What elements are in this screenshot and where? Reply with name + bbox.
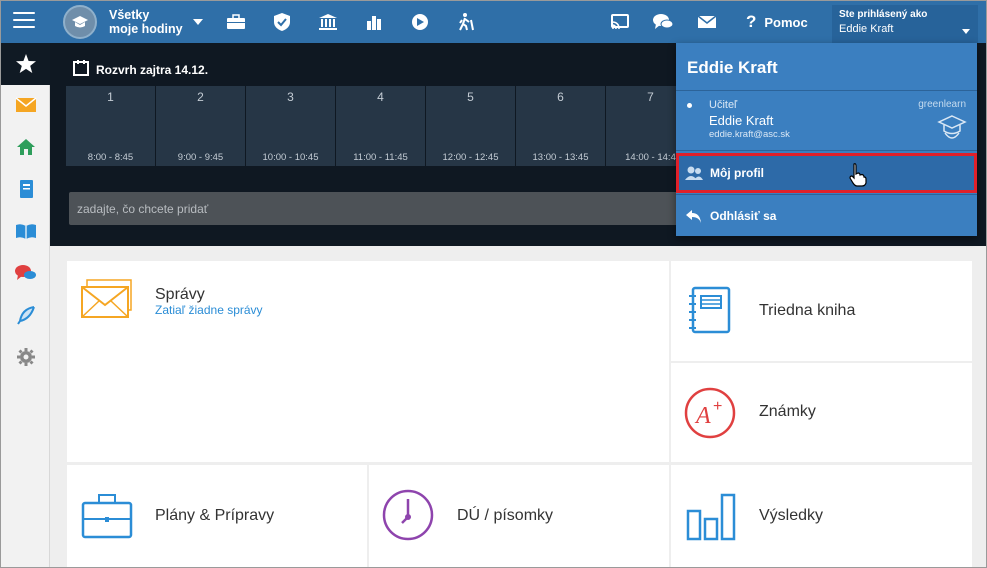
open-book-icon[interactable] bbox=[14, 219, 38, 243]
period-number: 2 bbox=[197, 90, 204, 104]
hand-cursor-icon bbox=[849, 163, 867, 192]
signed-in-user: Eddie Kraft bbox=[839, 23, 894, 35]
class-selector-line1: Všetky bbox=[109, 8, 150, 22]
feather-icon[interactable] bbox=[14, 303, 38, 327]
class-selector-line2: moje hodiny bbox=[109, 22, 183, 36]
period-number: 5 bbox=[467, 90, 474, 104]
graduation-cap-icon bbox=[63, 5, 97, 39]
period-cell[interactable]: 2 9:00 - 9:45 bbox=[156, 86, 245, 166]
gear-icon[interactable] bbox=[14, 345, 38, 369]
bank-icon[interactable] bbox=[317, 11, 339, 33]
cast-icon[interactable] bbox=[609, 11, 631, 33]
tile-triedna-kniha[interactable]: Triedna kniha bbox=[671, 261, 972, 361]
briefcase-icon bbox=[81, 493, 133, 544]
account-name: Eddie Kraft bbox=[709, 113, 774, 128]
tile-label: Správy bbox=[155, 286, 205, 303]
grade-a-plus-icon: A + bbox=[684, 387, 736, 444]
teacher-avatar-icon bbox=[937, 113, 967, 148]
period-cell[interactable]: 1 8:00 - 8:45 bbox=[66, 86, 155, 166]
divider bbox=[676, 90, 977, 91]
class-selector[interactable]: Všetky moje hodiny bbox=[63, 5, 203, 39]
my-profile-label: Môj profil bbox=[710, 166, 764, 180]
envelope-icon bbox=[81, 279, 133, 324]
svg-text:+: + bbox=[713, 398, 722, 415]
undo-arrow-icon bbox=[684, 208, 704, 224]
period-number: 3 bbox=[287, 90, 294, 104]
logout-menu-item[interactable]: Odhlásiť sa bbox=[676, 196, 977, 236]
notebook-icon[interactable] bbox=[14, 177, 38, 201]
tile-label: Plány & Prípravy bbox=[155, 507, 275, 524]
period-number: 1 bbox=[107, 90, 114, 104]
period-cell[interactable]: 5 12:00 - 12:45 bbox=[426, 86, 515, 166]
app-window: Všetky moje hodiny ? Pomoc Ste prihlásen… bbox=[0, 0, 987, 568]
bullet-icon bbox=[687, 103, 692, 108]
period-time: 10:00 - 10:45 bbox=[262, 152, 319, 163]
logout-label: Odhlásiť sa bbox=[710, 209, 777, 223]
period-number: 6 bbox=[557, 90, 564, 104]
user-menu-button[interactable]: Ste prihlásený ako Eddie Kraft bbox=[832, 5, 978, 43]
timetable-title: Rozvrh zajtra 14.12. bbox=[96, 62, 209, 77]
divider bbox=[676, 194, 977, 195]
tile-label: Výsledky bbox=[759, 507, 824, 524]
tile-label: Známky bbox=[759, 403, 816, 420]
period-time: 13:00 - 13:45 bbox=[532, 152, 589, 163]
chat-icon[interactable] bbox=[14, 261, 38, 285]
add-entry-input[interactable]: zadajte, čo chcete pridať bbox=[69, 192, 709, 225]
period-time: 8:00 - 8:45 bbox=[87, 152, 134, 163]
star-icon[interactable] bbox=[1, 43, 50, 85]
tile-label: DÚ / písomky bbox=[457, 507, 554, 524]
mail-icon[interactable] bbox=[696, 11, 718, 33]
hiking-icon[interactable] bbox=[455, 11, 477, 33]
tile-plany[interactable]: Plány & Prípravy bbox=[67, 465, 367, 567]
svg-text:A: A bbox=[694, 403, 711, 429]
account-email: eddie.kraft@asc.sk bbox=[709, 129, 790, 140]
my-profile-menu-item[interactable]: Môj profil bbox=[676, 153, 977, 193]
help-button[interactable]: ? Pomoc bbox=[746, 12, 808, 32]
tile-spravy[interactable]: Správy Zatiaľ žiadne správy bbox=[67, 261, 669, 462]
tile-znamky[interactable]: A + Známky bbox=[671, 363, 972, 462]
period-cell[interactable]: 3 10:00 - 10:45 bbox=[246, 86, 335, 166]
calendar-icon bbox=[72, 59, 90, 80]
period-list: 1 8:00 - 8:45 2 9:00 - 9:45 3 10:00 - 10:45… bbox=[66, 86, 696, 166]
compass-icon[interactable] bbox=[409, 11, 431, 33]
period-cell[interactable]: 4 11:00 - 11:45 bbox=[336, 86, 425, 166]
period-cell[interactable]: 6 13:00 - 13:45 bbox=[516, 86, 605, 166]
chevron-down-icon bbox=[962, 29, 970, 34]
period-time: 12:00 - 12:45 bbox=[442, 152, 499, 163]
divider bbox=[676, 150, 977, 151]
user-role: Učiteľ bbox=[709, 99, 738, 111]
signed-in-label: Ste prihlásený ako bbox=[839, 9, 928, 20]
top-bar: Všetky moje hodiny ? Pomoc Ste prihlásen… bbox=[1, 1, 986, 43]
bar-chart-icon bbox=[686, 493, 736, 546]
mail-icon[interactable] bbox=[14, 93, 38, 117]
bar-chart-icon[interactable] bbox=[363, 11, 385, 33]
question-icon: ? bbox=[746, 12, 757, 31]
clock-icon bbox=[382, 489, 434, 546]
sidebar bbox=[1, 43, 50, 567]
users-icon bbox=[684, 165, 704, 181]
school-name: greenlearn bbox=[918, 99, 966, 110]
briefcase-icon[interactable] bbox=[225, 11, 247, 33]
user-dropdown: Eddie Kraft Učiteľ Eddie Kraft eddie.kra… bbox=[676, 43, 977, 236]
menu-icon[interactable] bbox=[13, 12, 35, 30]
tile-label: Triedna kniha bbox=[759, 302, 856, 319]
dropdown-user-name: Eddie Kraft bbox=[687, 58, 778, 77]
shield-icon[interactable] bbox=[271, 11, 293, 33]
tile-sublabel[interactable]: Zatiaľ žiadne správy bbox=[155, 303, 263, 317]
period-number: 4 bbox=[377, 90, 384, 104]
tile-du-pisomky[interactable]: DÚ / písomky bbox=[369, 465, 669, 567]
period-time: 11:00 - 11:45 bbox=[353, 152, 408, 163]
chevron-down-icon bbox=[192, 19, 203, 25]
tile-vysledky[interactable]: Výsledky bbox=[671, 465, 972, 567]
notebook-icon bbox=[688, 286, 732, 339]
help-label: Pomoc bbox=[764, 14, 808, 30]
chat-icon[interactable] bbox=[652, 11, 674, 33]
period-time: 9:00 - 9:45 bbox=[177, 152, 224, 163]
home-icon[interactable] bbox=[14, 135, 38, 159]
